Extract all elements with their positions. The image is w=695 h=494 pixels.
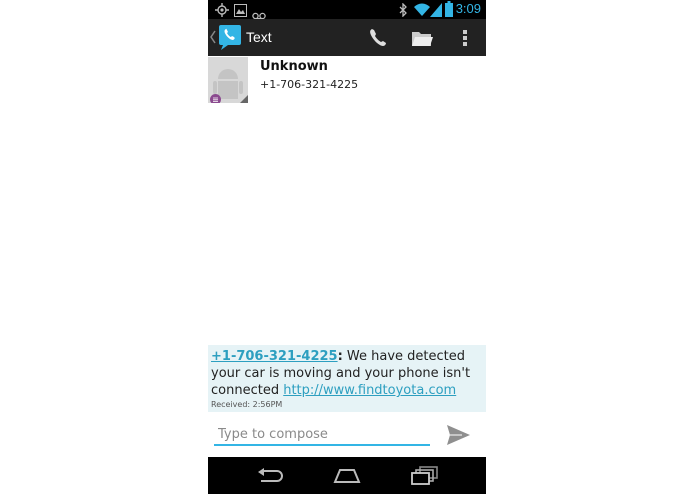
overflow-menu-icon	[463, 30, 467, 46]
action-bar-title: Text	[246, 29, 272, 45]
send-icon	[447, 425, 470, 445]
phone-screen: 3:09 Text Unknown +1-706-321-4225 +1-706…	[208, 0, 486, 494]
send-button[interactable]	[445, 422, 471, 448]
overflow-menu-button[interactable]	[453, 26, 477, 50]
received-timestamp: Received: 2:56PM	[211, 400, 283, 409]
contact-name: Unknown	[260, 59, 328, 74]
folder-icon	[412, 32, 433, 46]
contact-header: Unknown +1-706-321-4225	[208, 56, 486, 104]
back-icon	[258, 468, 283, 482]
message-url-link[interactable]: http://www.findtoyota.com	[283, 383, 456, 398]
sender-link[interactable]: +1-706-321-4225	[211, 349, 338, 364]
message-badge-icon	[210, 90, 221, 103]
recent-apps-button[interactable]	[411, 466, 439, 490]
message-bubble[interactable]: +1-706-321-4225: We have detected your c…	[208, 345, 486, 412]
compose-input[interactable]	[214, 424, 430, 446]
avatar[interactable]	[208, 57, 248, 103]
phone-icon	[370, 29, 386, 46]
app-phone-icon[interactable]	[217, 23, 245, 55]
status-bar: 3:09	[208, 0, 486, 21]
battery-icon	[445, 1, 453, 21]
home-icon	[333, 469, 361, 483]
recent-apps-icon	[411, 466, 438, 485]
attach-button[interactable]	[410, 26, 434, 50]
contact-number: +1-706-321-4225	[260, 78, 359, 91]
call-button[interactable]	[367, 26, 391, 50]
back-button[interactable]	[255, 468, 285, 488]
navigation-bar	[208, 457, 486, 494]
up-caret-icon[interactable]	[210, 29, 216, 48]
home-button[interactable]	[332, 468, 362, 488]
action-bar: Text	[208, 19, 486, 56]
status-clock: 3:09	[455, 1, 481, 16]
message-text: +1-706-321-4225: We have detected your c…	[211, 348, 481, 399]
